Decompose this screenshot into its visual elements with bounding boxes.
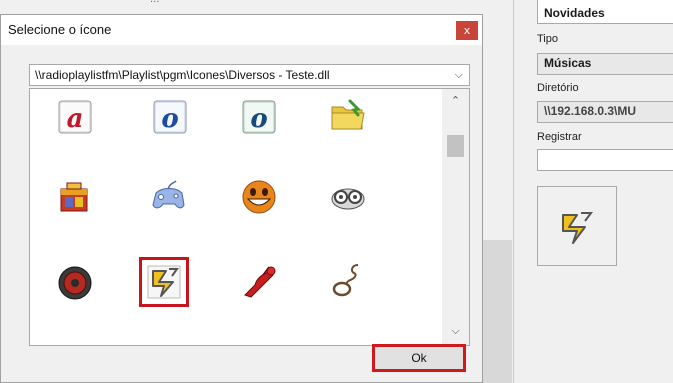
scroll-up-icon[interactable]: ⌃ bbox=[442, 89, 469, 109]
icon-list-scrollbar[interactable]: ⌃ ⌵ bbox=[442, 89, 469, 345]
toolbox-icon[interactable] bbox=[55, 177, 95, 217]
icon-file-path-combobox[interactable]: \\radioplaylistfm\Playlist\pgm\Icones\Di… bbox=[29, 64, 470, 86]
smiley-icon[interactable] bbox=[239, 177, 279, 217]
tipo-field[interactable]: Músicas bbox=[537, 53, 673, 75]
tipo-label: Tipo bbox=[537, 33, 558, 45]
close-button[interactable]: x bbox=[456, 21, 478, 40]
letter-a-icon[interactable]: a bbox=[55, 97, 95, 137]
speaker-icon[interactable] bbox=[55, 263, 95, 303]
background-scrollbar bbox=[482, 240, 512, 383]
selected-icon-highlight bbox=[139, 257, 189, 307]
registrar-field[interactable] bbox=[537, 149, 673, 171]
scroll-down-icon[interactable]: ⌵ bbox=[442, 321, 469, 341]
novidades-field[interactable]: Novidades bbox=[537, 0, 673, 24]
letter-o-glyph-2: o bbox=[250, 104, 267, 134]
letter-a-glyph: a bbox=[67, 104, 84, 134]
registrar-label: Registrar bbox=[537, 131, 582, 143]
dialog-title: Selecione o ícone bbox=[8, 22, 112, 37]
icon-list[interactable]: a o o ⌃ ⌵ bbox=[29, 88, 470, 346]
scroll-thumb[interactable] bbox=[447, 135, 464, 157]
lobster-icon[interactable] bbox=[239, 261, 279, 301]
background-divider bbox=[513, 0, 514, 383]
dialog-titlebar[interactable]: Selecione o ícone x bbox=[1, 15, 482, 45]
icon-file-path-value: \\radioplaylistfm\Playlist\pgm\Icones\Di… bbox=[35, 68, 330, 82]
rope-icon[interactable] bbox=[328, 261, 368, 301]
winamp-preview-icon bbox=[562, 212, 593, 244]
reels-icon[interactable] bbox=[328, 177, 368, 217]
letter-o-glyph: o bbox=[161, 104, 178, 134]
diretorio-label: Diretório bbox=[537, 82, 579, 94]
selected-icon-preview[interactable] bbox=[537, 186, 617, 266]
folder-icon[interactable] bbox=[328, 95, 368, 135]
right-form-panel: Novidades Tipo Músicas Diretório \\192.1… bbox=[530, 0, 673, 383]
ok-button[interactable]: Ok bbox=[372, 344, 466, 372]
background-dots: ··· bbox=[150, 0, 160, 8]
gamepad-icon[interactable] bbox=[148, 179, 188, 219]
diretorio-field[interactable]: \\192.168.0.3\MU bbox=[537, 101, 673, 123]
select-icon-dialog: Selecione o ícone x \\radioplaylistfm\Pl… bbox=[0, 14, 483, 383]
chevron-down-icon[interactable]: ⌵ bbox=[455, 68, 463, 82]
letter-o-icon[interactable]: o bbox=[150, 97, 190, 137]
letter-o-icon-2[interactable]: o bbox=[239, 97, 279, 137]
